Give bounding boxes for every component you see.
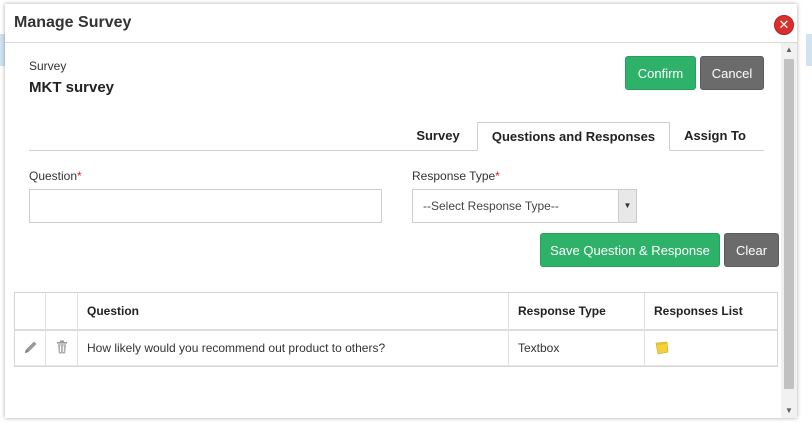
survey-name: MKT survey [29,79,115,96]
question-label-text: Question [29,169,78,183]
pencil-icon[interactable] [23,339,39,355]
questions-table: Question Response Type Responses List Ho… [14,292,778,367]
column-header-responses-list: Responses List [654,304,743,318]
cancel-button[interactable]: Cancel [700,56,764,90]
column-header-response-type: Response Type [518,304,606,318]
backdrop-header-strip-right [806,34,812,66]
delete-cell [46,331,78,365]
clear-button[interactable]: Clear [724,233,779,267]
table-header-row: Question Response Type Responses List [15,293,777,331]
tab-assign-to[interactable]: Assign To [674,122,756,150]
dialog-content: Survey MKT survey Confirm Cancel Survey … [5,43,781,418]
response-type-select[interactable]: --Select Response Type-- ▼ [412,189,637,223]
response-type-label-text: Response Type [412,169,496,183]
trash-icon[interactable] [54,339,70,355]
header-cell-responses-list: Responses List [645,293,777,329]
header-cell-question: Question [78,293,509,329]
save-question-response-button[interactable]: Save Question & Response [540,233,720,267]
dialog-title: Manage Survey [14,14,132,31]
header-cell-delete [46,293,78,329]
question-text: How likely would you recommend out produ… [87,341,386,355]
close-icon[interactable]: ✕ [774,15,794,35]
responses-list-cell [645,331,777,365]
survey-label: Survey [29,59,67,73]
response-type-cell: Textbox [509,331,645,365]
response-type-text: Textbox [518,341,560,355]
tab-questions-and-responses[interactable]: Questions and Responses [477,122,670,151]
column-header-question: Question [87,304,140,318]
scroll-down-arrow-icon[interactable]: ▼ [781,404,797,418]
required-marker: * [495,169,500,183]
question-cell: How likely would you recommend out produ… [78,331,509,365]
scrollbar-thumb[interactable] [784,59,794,389]
header-cell-edit [15,293,46,329]
scroll-up-arrow-icon[interactable]: ▲ [781,43,797,57]
chevron-down-icon[interactable]: ▼ [618,190,636,222]
question-input[interactable] [29,189,382,223]
required-marker: * [77,169,82,183]
note-icon[interactable] [655,341,669,355]
manage-survey-dialog: Manage Survey ✕ Survey MKT survey Confir… [5,4,797,418]
dialog-header: Manage Survey ✕ [5,4,797,43]
confirm-button[interactable]: Confirm [625,56,696,90]
question-label: Question* [29,169,82,183]
table-row: How likely would you recommend out produ… [15,331,777,366]
response-type-label: Response Type* [412,169,500,183]
edit-cell [15,331,46,365]
header-cell-response-type: Response Type [509,293,645,329]
tab-survey[interactable]: Survey [405,122,471,150]
vertical-scrollbar[interactable]: ▲ ▼ [781,43,797,418]
response-type-selected: --Select Response Type-- [423,199,559,213]
